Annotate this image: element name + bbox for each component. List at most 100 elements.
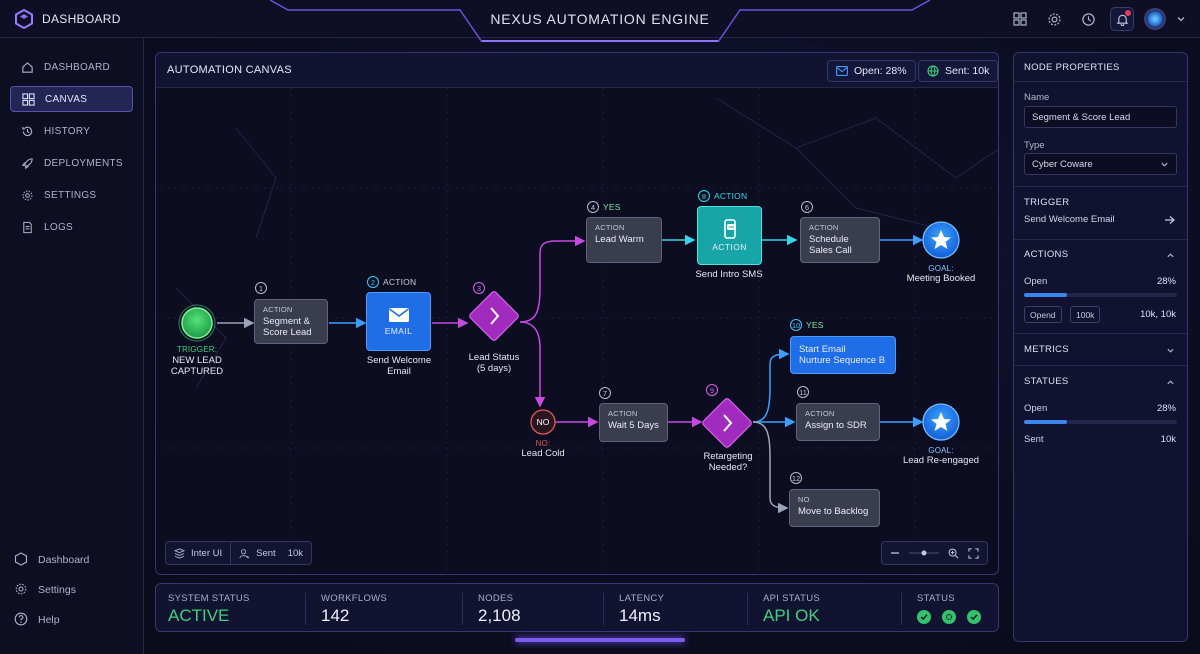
settings-icon[interactable] — [1042, 7, 1066, 31]
type-select[interactable]: Cyber Coware — [1024, 153, 1177, 175]
apps-icon[interactable] — [1008, 7, 1032, 31]
sent-pill[interactable]: Sent: 10k — [918, 60, 998, 82]
node-line-1: Schedule — [809, 234, 849, 245]
step-number-6: 6 — [801, 201, 813, 213]
status-workflows-label: WORKFLOWS — [321, 593, 388, 604]
sidebar-item-settings[interactable]: SETTINGS — [10, 182, 133, 208]
footer-item-help[interactable]: Help — [14, 611, 60, 629]
sms-caption: Send Intro SMS — [695, 269, 763, 280]
ui-selector[interactable]: Inter UI — [166, 542, 230, 564]
help-icon — [14, 612, 28, 629]
gear-icon — [14, 582, 28, 599]
trigger-tag: TRIGGER: — [176, 345, 218, 354]
actions-open-bar — [1024, 293, 1177, 297]
document-icon — [20, 220, 34, 234]
footer-item-dashboard[interactable]: Dashboard — [14, 551, 89, 569]
chevron-down-icon[interactable] — [1176, 14, 1186, 24]
sidebar-item-history[interactable]: HISTORY — [10, 118, 133, 144]
node-segment-score-lead[interactable]: ACTION Segment & Score Lead — [254, 299, 328, 344]
statues-open-value: 28% — [1156, 403, 1176, 414]
sidebar-item-dashboard[interactable]: DASHBOARD — [10, 54, 133, 80]
footer-item-settings[interactable]: Settings — [14, 581, 76, 599]
status-checks — [917, 610, 981, 624]
node-line-1: Wait 5 Days — [608, 420, 659, 431]
check-icon — [967, 610, 981, 624]
status-nodes-label: NODES — [478, 593, 514, 604]
decision-lead-status[interactable] — [473, 298, 515, 340]
clock-icon[interactable] — [1076, 7, 1100, 31]
actions-section-title[interactable]: ACTIONS — [1024, 249, 1068, 260]
name-input-value: Segment & Score Lead — [1032, 111, 1131, 123]
notifications-button[interactable] — [1110, 7, 1134, 31]
automation-canvas[interactable]: AUTOMATION CANVAS Open: 28% Sent: 10k TR… — [155, 52, 999, 575]
open-rate-label: Open: 28% — [854, 65, 907, 77]
step-number-12: 12 — [790, 472, 802, 484]
statues-sent-value: 10k — [1160, 434, 1176, 445]
divider — [1014, 365, 1187, 366]
step-number-9: 9 — [706, 384, 718, 396]
node-tag: ACTION — [809, 223, 839, 232]
node-move-to-backlog[interactable]: NO Move to Backlog — [789, 489, 880, 527]
goal-lead-re-engaged[interactable] — [923, 404, 959, 440]
zoom-out-icon[interactable] — [890, 548, 900, 558]
node-schedule-sales-call[interactable]: ACTION Schedule Sales Call — [800, 217, 880, 263]
status-workflows-value: 142 — [321, 606, 350, 625]
sidebar-item-label: DEPLOYMENTS — [44, 157, 123, 169]
step-number-8: 8 ACTION — [698, 190, 747, 202]
chevron-up-icon[interactable] — [1166, 251, 1175, 260]
trigger-node-shape — [178, 304, 216, 342]
sidebar-item-canvas[interactable]: CANVAS — [10, 86, 133, 112]
node-wait-5-days[interactable]: ACTION Wait 5 Days — [599, 403, 668, 442]
node-line-2: Nurture Sequence B — [799, 355, 886, 366]
rocket-icon — [20, 156, 34, 170]
fit-screen-icon[interactable] — [968, 547, 979, 559]
ui-selector-label: Inter UI — [191, 547, 223, 559]
decision-caption-line2: (5 days) — [476, 363, 512, 374]
sms-icon-label: ACTION — [712, 241, 747, 252]
chip-opend[interactable]: Opend — [1024, 306, 1062, 323]
status-indicators-label: STATUS — [917, 593, 955, 604]
node-email[interactable]: EMAIL — [366, 292, 431, 351]
zoom-slider[interactable] — [909, 549, 940, 557]
node-lead-warm[interactable]: ACTION Lead Warm — [586, 217, 662, 263]
status-latency: LATENCY 14ms — [619, 593, 664, 626]
canvas-header: AUTOMATION CANVAS Open: 28% Sent: 10k — [156, 53, 998, 88]
actions-open-label: Open — [1024, 276, 1048, 287]
status-system-value: ACTIVE — [168, 606, 230, 625]
node-start-email-nurture[interactable]: Start Email Nurture Sequence B — [790, 336, 896, 374]
divider — [603, 593, 604, 625]
status-nodes: NODES 2,108 — [478, 593, 521, 626]
step-number-2: 2 ACTION — [367, 276, 416, 288]
node-line-1: Segment & — [263, 316, 310, 327]
statues-section-title[interactable]: STATUES — [1024, 376, 1069, 387]
node-no[interactable]: NO — [531, 410, 555, 434]
trigger-value[interactable]: Send Welcome Email — [1024, 214, 1115, 225]
status-system-label: SYSTEM STATUS — [168, 593, 250, 604]
metrics-section-title[interactable]: METRICS — [1024, 344, 1069, 355]
sent-label: Sent: 10k — [945, 65, 990, 77]
zoom-in-icon[interactable] — [948, 548, 959, 559]
node-assign-to-sdr[interactable]: ACTION Assign to SDR — [796, 403, 880, 441]
goal-meeting-booked[interactable] — [923, 222, 959, 258]
chevron-down-icon[interactable] — [1166, 346, 1175, 355]
sidebar-item-label: HISTORY — [44, 125, 91, 137]
sidebar-item-deployments[interactable]: DEPLOYMENTS — [10, 150, 133, 176]
sidebar-item-label: LOGS — [44, 221, 73, 233]
sent-counter[interactable]: Sent 10k — [230, 542, 311, 564]
step-number-4: 4 YES — [587, 201, 621, 213]
statues-open-bar-fill — [1024, 420, 1067, 424]
arrow-right-icon[interactable] — [1164, 215, 1175, 225]
node-sms[interactable]: ACTION — [697, 206, 762, 265]
open-rate-pill[interactable]: Open: 28% — [827, 60, 916, 82]
divider — [901, 593, 902, 625]
sidebar-item-logs[interactable]: LOGS — [10, 214, 133, 240]
chip-100k[interactable]: 100k — [1070, 306, 1101, 323]
chevron-up-icon[interactable] — [1166, 378, 1175, 387]
avatar[interactable] — [1144, 8, 1166, 30]
statues-open-bar — [1024, 420, 1177, 424]
decision-retargeting[interactable] — [706, 401, 748, 443]
divider — [462, 593, 463, 625]
chevron-down-icon — [1161, 162, 1168, 167]
name-input[interactable]: Segment & Score Lead — [1024, 106, 1177, 128]
app-root: DASHBOARD NEXUS AUTOMATION ENGINE DASHBO… — [0, 0, 1200, 654]
